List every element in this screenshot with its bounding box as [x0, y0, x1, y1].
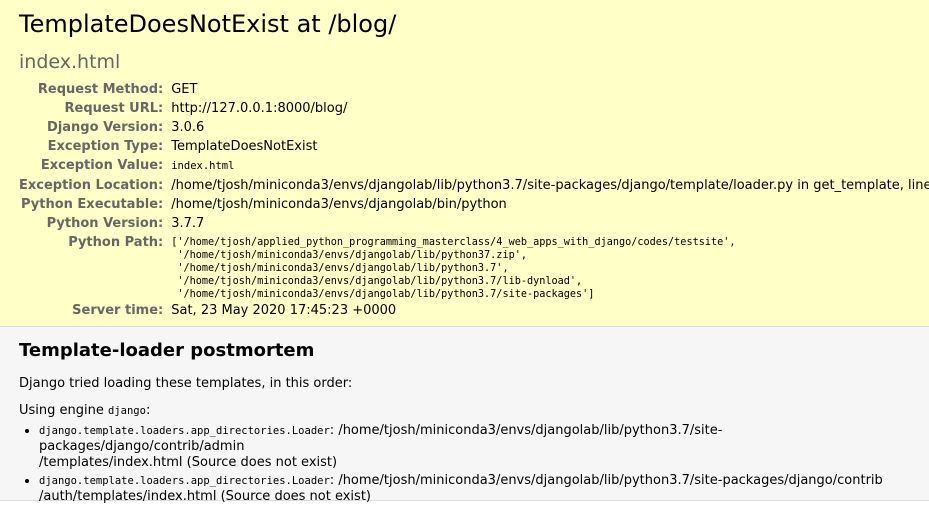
meta-row-request-url: Request URL: http://127.0.0.1:8000/blog/: [19, 99, 929, 118]
meta-value: Sat, 23 May 2020 17:45:23 +0000: [171, 303, 397, 318]
engine-line: Using engine django:: [19, 403, 910, 419]
meta-row-exception-location: Exception Location: /home/tjosh/minicond…: [19, 176, 929, 195]
template-path: /home/tjosh/miniconda3/envs/djangolab/li…: [338, 473, 883, 488]
meta-row-python-executable: Python Executable: /home/tjosh/miniconda…: [19, 195, 929, 214]
error-title: TemplateDoesNotExist at /blog/: [19, 10, 397, 38]
meta-row-server-time: Server time: Sat, 23 May 2020 17:45:23 +…: [19, 301, 929, 320]
engine-prefix: Using engine: [19, 403, 108, 418]
loader-name: django.template.loaders.app_directories.…: [39, 425, 330, 437]
meta-label: Python Executable:: [21, 197, 164, 212]
list-item: django.template.loaders.app_directories.…: [39, 423, 910, 471]
error-subtitle: index.html: [19, 51, 121, 73]
meta-value: /home/tjosh/miniconda3/envs/djangolab/bi…: [171, 197, 507, 212]
request-meta-table: Request Method: GET Request URL: http://…: [19, 80, 929, 320]
meta-row-request-method: Request Method: GET: [19, 80, 929, 99]
meta-label: Exception Location:: [19, 178, 164, 193]
engine-suffix: :: [145, 403, 151, 418]
engine-name: django: [108, 405, 146, 417]
meta-row-python-version: Python Version: 3.7.7: [19, 214, 929, 233]
meta-label: Python Version:: [46, 216, 164, 231]
meta-label: Python Path:: [68, 235, 164, 250]
meta-value: /home/tjosh/miniconda3/envs/djangolab/li…: [171, 178, 929, 193]
meta-value: 3.7.7: [171, 216, 205, 231]
meta-row-django-version: Django Version: 3.0.6: [19, 118, 929, 137]
exception-value-code: index.html: [171, 160, 235, 172]
meta-value: index.html: [171, 156, 929, 176]
list-item: django.template.loaders.app_directories.…: [39, 473, 910, 505]
meta-value: 3.0.6: [171, 120, 205, 135]
postmortem-title: Template-loader postmortem: [19, 340, 315, 361]
source-status: (Source does not exist): [182, 455, 338, 470]
meta-value: GET: [171, 82, 198, 97]
loader-name: django.template.loaders.app_directories.…: [39, 475, 330, 487]
template-path-cont: /templates/index.html: [39, 455, 183, 470]
python-path-list: ['/home/tjosh/applied_python_programming…: [171, 237, 736, 300]
postmortem-intro: Django tried loading these templates, in…: [19, 376, 353, 391]
meta-row-exception-type: Exception Type: TemplateDoesNotExist: [19, 137, 929, 156]
template-loader-postmortem: Template-loader postmortem Django tried …: [0, 327, 929, 504]
meta-row-python-path: Python Path: ['/home/tjosh/applied_pytho…: [19, 233, 929, 301]
meta-label: Request Method:: [37, 82, 164, 97]
meta-value: ['/home/tjosh/applied_python_programming…: [171, 233, 929, 301]
error-summary: TemplateDoesNotExist at /blog/ index.htm…: [0, 0, 929, 327]
meta-label: Django Version:: [47, 120, 164, 135]
meta-label: Exception Value:: [40, 158, 164, 173]
meta-value: http://127.0.0.1:8000/blog/: [171, 101, 348, 116]
meta-label: Exception Type:: [47, 139, 164, 154]
meta-value: TemplateDoesNotExist: [171, 139, 318, 154]
meta-label: Request URL:: [64, 101, 164, 116]
loader-list: django.template.loaders.app_directories.…: [19, 423, 910, 505]
meta-label: Server time:: [72, 303, 164, 318]
meta-row-exception-value: Exception Value: index.html: [19, 156, 929, 176]
